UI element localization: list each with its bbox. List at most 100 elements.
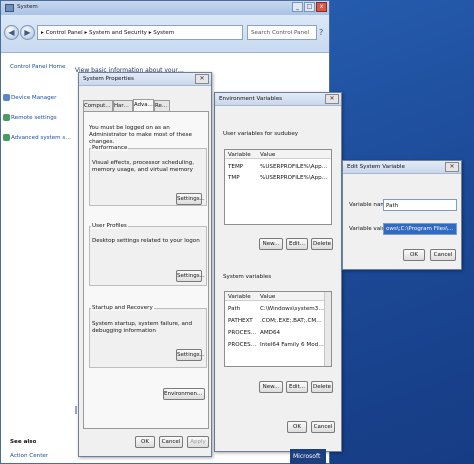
cancel-button[interactable]: Cancel — [311, 421, 335, 433]
close-button[interactable]: ✕ — [195, 74, 209, 84]
performance-settings-button[interactable]: Settings... — [176, 193, 205, 205]
back-button[interactable]: ◀ — [4, 25, 19, 40]
list-header: Variable Value — [225, 292, 331, 301]
system-delete-button[interactable]: Delete — [311, 381, 333, 393]
startup-recovery-description: System startup, system failure, and debu… — [92, 321, 193, 334]
user-variables-list[interactable]: Variable Value TEMP %USERPROFILE%\AppDa t… — [224, 149, 332, 225]
variable-name: TEMP — [228, 164, 244, 170]
table-row[interactable]: TMP %USERPROFILE%\AppData\Local\Temp — [225, 174, 331, 183]
cancel-button[interactable]: Cancel — [430, 249, 456, 261]
close-button[interactable]: ✕ — [445, 162, 459, 172]
variable-name: PATHEXT — [228, 318, 253, 324]
shield-icon — [3, 114, 10, 121]
variable-value-input[interactable]: ows\;C:\Program Files\Java\jdk1.6.0_20\b… — [383, 223, 457, 235]
table-row[interactable]: PROCESSOR_ID... Intel64 Family 6 Model 3… — [225, 341, 325, 350]
forward-button[interactable]: ▶ — [20, 25, 35, 40]
tab-hardware[interactable]: Hardware — [113, 100, 133, 111]
search-input[interactable]: Search Control Panel — [247, 25, 317, 40]
cancel-button[interactable]: Cancel — [159, 436, 183, 448]
system-variables-label: System variables — [223, 274, 272, 280]
vertical-scrollbar[interactable] — [324, 292, 331, 366]
minimize-button[interactable]: _ — [292, 2, 303, 12]
table-row[interactable]: Path C:\Windows\system32;C:\Windows;C:\.… — [225, 305, 325, 314]
window-title: System — [17, 4, 38, 10]
control-panel-home-link[interactable]: Control Panel Home — [10, 64, 72, 70]
sidebar-item-action-center[interactable]: Action Center — [10, 453, 70, 459]
navigation-bar: ◀ ▶ ▸ Control Panel ▸ System and Securit… — [1, 15, 329, 53]
system-variables-list[interactable]: Variable Value Path C:\Windows\system32;… — [224, 291, 332, 367]
performance-label: Performance — [91, 145, 129, 151]
dialog-title: Edit System Variable — [347, 164, 405, 170]
dialog-titlebar[interactable]: Edit System Variable — [343, 161, 461, 174]
environment-variables-dialog: Environment Variables ✕ User variables f… — [214, 92, 342, 452]
variable-name: Path — [228, 306, 241, 312]
user-delete-button[interactable]: Delete — [311, 238, 333, 250]
table-row[interactable]: TEMP %USERPROFILE%\AppData\Local\Temp — [225, 163, 331, 172]
variable-name: PROCESSOR_A... — [228, 330, 258, 336]
table-row[interactable]: PROCESSOR_A... AMD64 — [225, 329, 325, 338]
shield-icon — [3, 134, 10, 141]
forward-arrow-icon: ▶ — [24, 28, 31, 37]
help-icon[interactable]: ? — [319, 28, 323, 37]
environment-variables-button[interactable]: Environment Variables... — [163, 388, 205, 400]
startup-recovery-label: Startup and Recovery — [91, 305, 154, 311]
column-header-variable[interactable]: Variable — [228, 152, 251, 158]
system-new-button[interactable]: New... — [259, 381, 283, 393]
column-header-value[interactable]: Value — [260, 152, 275, 158]
system-edit-button[interactable]: Edit... — [286, 381, 308, 393]
tab-computer-name[interactable]: Computer Name — [83, 100, 113, 111]
sidebar-item-advanced-system-settings[interactable]: Advanced system settings — [11, 135, 73, 141]
sidebar-item-device-manager[interactable]: Device Manager — [11, 95, 71, 101]
device-manager-icon — [3, 94, 10, 101]
dialog-titlebar[interactable]: System Properties — [79, 73, 211, 86]
variable-value: Intel64 Family 6 Model 37 Stepping 5, G.… — [260, 342, 324, 348]
column-header-variable[interactable]: Variable — [228, 294, 251, 300]
column-header-value[interactable]: Value — [260, 294, 275, 300]
user-edit-button[interactable]: Edit... — [286, 238, 308, 250]
variable-name-input[interactable]: Path — [383, 199, 457, 211]
see-also-heading: See also — [10, 439, 37, 445]
performance-description: Visual effects, processor scheduling, me… — [92, 160, 195, 173]
dialog-title: System Properties — [83, 76, 134, 82]
variable-value: %USERPROFILE%\AppData\Local\Temp — [260, 164, 330, 170]
system-properties-dialog: System Properties ✕ Computer Name Hardwa… — [78, 72, 212, 457]
close-button[interactable]: x — [316, 2, 327, 12]
selected-value-text: ows\;C:\Program Files\Java\jdk1.6.0_20\b… — [384, 224, 456, 234]
content-marker — [75, 406, 77, 414]
startup-recovery-settings-button[interactable]: Settings... — [176, 349, 205, 361]
variable-value: %USERPROFILE%\AppData\Local\Temp — [260, 175, 330, 181]
user-profiles-settings-button[interactable]: Settings... — [176, 270, 205, 282]
ok-button[interactable]: OK — [403, 249, 425, 261]
admin-notice: You must be logged on as an Administrato… — [89, 125, 192, 145]
apply-button[interactable]: Apply — [187, 436, 209, 448]
variable-value: AMD64 — [260, 330, 281, 336]
window-controls: _ □ x — [291, 2, 327, 12]
back-arrow-icon: ◀ — [8, 28, 15, 37]
ok-button[interactable]: OK — [135, 436, 155, 448]
variable-name: PROCESSOR_ID... — [228, 342, 258, 348]
tab-advanced[interactable]: Advanced — [133, 99, 154, 111]
address-bar[interactable]: ▸ Control Panel ▸ System and Security ▸ … — [37, 25, 243, 40]
table-row[interactable]: PATHEXT .COM;.EXE;.BAT;.CMD;.VBS;.VBE;.J… — [225, 317, 325, 326]
variable-value: .COM;.EXE;.BAT;.CMD;.VBS;.VBE;.JS;... — [260, 318, 324, 324]
close-icon: ✕ — [329, 95, 335, 102]
user-profiles-label: User Profiles — [91, 223, 128, 229]
user-variables-label: User variables for sudubey — [223, 131, 299, 137]
ok-button[interactable]: OK — [287, 421, 307, 433]
tab-remote[interactable]: Remote — [154, 100, 170, 111]
dialog-titlebar[interactable]: Environment Variables — [215, 93, 341, 106]
sidebar-item-remote-settings[interactable]: Remote settings — [11, 115, 71, 121]
variable-name: TMP — [228, 175, 240, 181]
computer-icon — [5, 4, 14, 12]
close-icon: ✕ — [449, 163, 455, 170]
close-icon: ✕ — [199, 75, 205, 82]
edit-system-variable-dialog: Edit System Variable ✕ Variable name: Pa… — [342, 160, 462, 270]
dialog-title: Environment Variables — [219, 96, 283, 102]
close-button[interactable]: ✕ — [325, 94, 339, 104]
user-new-button[interactable]: New... — [259, 238, 283, 250]
microsoft-badge: Microsoft — [290, 449, 326, 464]
maximize-button[interactable]: □ — [304, 2, 315, 12]
variable-value: C:\Windows\system32;C:\Windows;C:\... — [260, 306, 324, 312]
window-titlebar[interactable]: System _ □ x — [1, 1, 329, 15]
user-profiles-description: Desktop settings related to your logon — [92, 238, 200, 244]
